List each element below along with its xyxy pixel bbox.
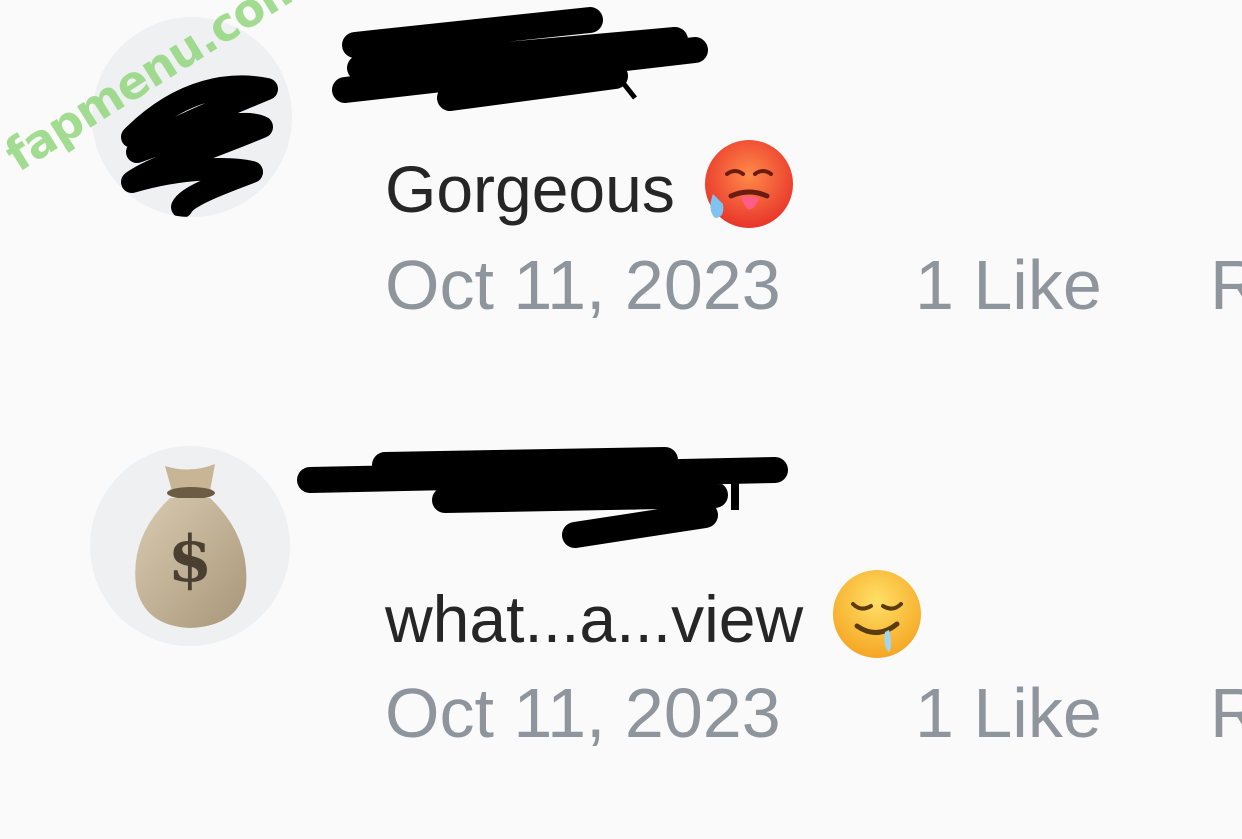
username-redaction	[332, 7, 708, 111]
comment-date: Oct 11, 2023	[385, 674, 781, 752]
avatar[interactable]	[92, 17, 292, 217]
avatar[interactable]: $	[90, 446, 290, 646]
like-count-button[interactable]: 1 Like	[915, 678, 1210, 748]
comment-text-row: Gorgeous	[385, 138, 795, 240]
comment-meta: Oct 11, 2023 1 Like Reply	[385, 678, 1242, 748]
comments-screen: Gorgeous Oct 11, 2023 1 Like R fapmenu.c…	[0, 0, 1242, 839]
comment-meta: Oct 11, 2023 1 Like Reply	[385, 250, 1242, 320]
drooling-face-emoji-icon	[831, 568, 923, 670]
comment-date: Oct 11, 2023	[385, 246, 781, 324]
reply-button[interactable]: Reply	[1210, 250, 1242, 320]
avatar-image	[121, 75, 278, 217]
svg-text:$: $	[168, 522, 213, 597]
comment-text: what...a...view	[385, 582, 804, 656]
hot-face-emoji-icon	[703, 138, 795, 240]
reply-button[interactable]: Reply	[1210, 678, 1242, 748]
like-count-button[interactable]: 1 Like	[915, 250, 1210, 320]
money-bag-icon: $	[135, 464, 247, 628]
comment-text-row: what...a...view	[385, 568, 923, 670]
username-redaction	[297, 447, 788, 548]
comment-text: Gorgeous	[385, 152, 675, 226]
